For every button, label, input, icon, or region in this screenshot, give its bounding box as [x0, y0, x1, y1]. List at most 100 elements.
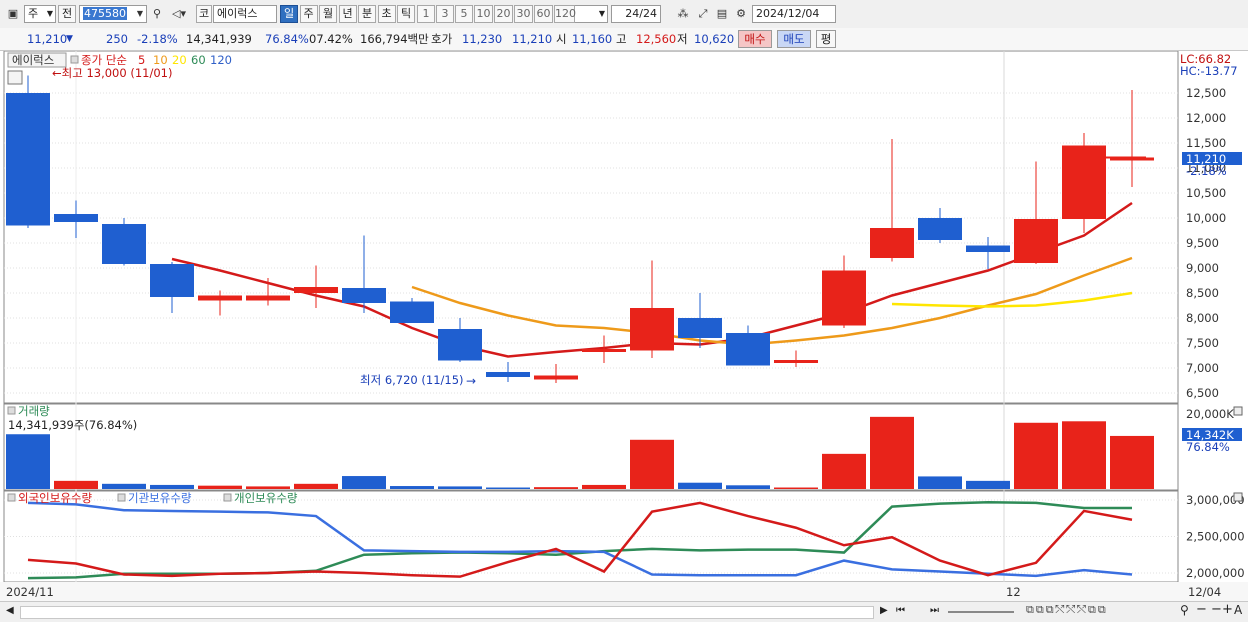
period-button-5[interactable]: 초 [377, 5, 396, 23]
interval-button-20[interactable]: 20 [494, 5, 513, 23]
price-tick-label: 12,000 [1186, 111, 1226, 125]
x-axis-start-label: 2024/11 [6, 585, 54, 599]
candle-body [6, 93, 50, 226]
volume-title: 거래량 [18, 404, 50, 418]
market-button[interactable]: 코 [196, 5, 212, 23]
date-input[interactable]: 2024/12/04 [752, 5, 836, 23]
holdings-legend-box [223, 493, 232, 502]
period-button-6[interactable]: 틱 [397, 5, 415, 23]
quote-bar: 11,210 ▼ 250 -2.18% 14,341,939 76.84% 07… [0, 28, 1248, 51]
volume-max-label: 20,000K [1186, 407, 1234, 421]
volume-bar [438, 486, 482, 489]
low-label: 저 [677, 32, 688, 46]
hc-label: HC:-13.77 [1180, 64, 1238, 78]
scroll-right-icon[interactable]: ▶ [880, 605, 888, 616]
turnover-rate: 07.42% [309, 32, 353, 46]
volume-bar [1062, 421, 1106, 489]
candle-body [726, 333, 770, 366]
volume-bar [870, 416, 914, 489]
chart-area[interactable]: 12,500 12,000 11,500 11,000 10,500 10,000 9,50… [0, 50, 1248, 601]
window-icon[interactable]: ▣ [4, 5, 22, 23]
interval-button-120[interactable]: 120 [554, 5, 576, 23]
current-volume-pct: 76.84% [1186, 440, 1230, 454]
volume-bar [486, 487, 530, 489]
last-page-icon[interactable]: ⏭ [930, 605, 939, 616]
sell-button[interactable]: 매도 [777, 30, 811, 48]
custom-interval-input[interactable]: ▼ [572, 5, 608, 23]
price-tick-label: 7,000 [1186, 361, 1219, 375]
candle-body [342, 288, 386, 303]
amount-value: 166,794백만 [360, 32, 429, 46]
period-button-3[interactable]: 년 [338, 5, 357, 23]
ask-label: 호가 [431, 32, 453, 46]
ma-legend-title: 종가 단순 [81, 53, 127, 67]
candle-body [630, 308, 674, 351]
zoom-slider[interactable] [948, 611, 1014, 613]
chart-grid [0, 50, 1248, 601]
high-value: 12,560 [636, 32, 677, 46]
interval-button-5[interactable]: 5 [455, 5, 473, 23]
volume-value-label: 14,341,939주(76.84%) [8, 418, 137, 432]
prev-button[interactable]: 전 [58, 5, 76, 23]
candle-body [870, 228, 914, 258]
volume-bar [1014, 422, 1058, 489]
period-button-0[interactable]: 일 [280, 5, 298, 23]
font-size-icon[interactable]: A [1234, 603, 1242, 617]
period-button-1[interactable]: 주 [299, 5, 318, 23]
buy-button[interactable]: 매수 [738, 30, 772, 48]
horizontal-scrollbar[interactable] [20, 606, 874, 619]
price-tick-label: 8,500 [1186, 286, 1219, 300]
volume-bar [726, 485, 770, 489]
code-input[interactable]: 475580 ▼ [79, 5, 147, 23]
candle-body [486, 372, 530, 377]
volume-bar [198, 485, 242, 489]
period-button-2[interactable]: 월 [319, 5, 337, 23]
price-tick-label: 12,500 [1186, 86, 1226, 100]
save-icon[interactable]: ▤ [713, 5, 731, 23]
search-icon[interactable]: ⚲ [148, 5, 166, 23]
scroll-left-icon[interactable]: ◀ [6, 605, 14, 616]
interval-button-60[interactable]: 60 [534, 5, 553, 23]
layout-icons[interactable]: ⧉⧉⧉⤲⤲⤲⧉⧉ [1026, 603, 1108, 617]
interval-button-1[interactable]: 1 [417, 5, 435, 23]
price-tick-label: 8,000 [1186, 311, 1219, 325]
price-tick-label: 10,000 [1186, 211, 1226, 225]
zoom-in-icon[interactable]: + [1222, 602, 1233, 617]
chevron-down-icon: ▼ [46, 9, 53, 18]
ask-value: 11,230 [462, 32, 503, 46]
period-button-4[interactable]: 분 [358, 5, 376, 23]
candle-body [582, 349, 626, 352]
gear-icon[interactable]: ⚙ [732, 5, 750, 23]
speaker-icon[interactable]: ◁▾ [167, 5, 191, 23]
candle-body [390, 301, 434, 323]
volume-bar [678, 482, 722, 489]
draw-icon[interactable]: ⤢ [694, 5, 712, 23]
first-page-icon[interactable]: ⏮ [896, 605, 905, 616]
volume-bar [534, 487, 578, 489]
candle-body [1014, 219, 1058, 263]
interval-button-10[interactable]: 10 [474, 5, 493, 23]
bid-value: 11,210 [512, 32, 553, 46]
price-tick-label: 6,500 [1186, 386, 1219, 400]
change-pct: -2.18% [137, 32, 178, 46]
candle-body [678, 318, 722, 338]
volume-legend-box [7, 406, 16, 415]
eval-button[interactable]: 평 [816, 30, 836, 48]
interval-button-3[interactable]: 3 [436, 5, 454, 23]
stock-chart[interactable]: 12,50012,00011,50011,00010,50010,0009,50… [0, 50, 1248, 601]
volume-panel-frame [3, 403, 1179, 491]
page-count: 24/24 [611, 5, 661, 23]
interval-button-30[interactable]: 30 [514, 5, 533, 23]
type-select[interactable]: 주 ▼ [24, 5, 56, 23]
ma-legend-20: 20 [172, 53, 187, 67]
dots-icon[interactable]: ⁂ [674, 5, 692, 23]
volume-bar [582, 484, 626, 489]
volume-bar [1110, 435, 1154, 489]
low-value: 10,620 [694, 32, 735, 46]
minus-icon[interactable]: − [1211, 602, 1222, 617]
holdings-legend-0: 외국인보유수량 [18, 491, 92, 505]
zoom-icon[interactable]: ⚲ [1180, 603, 1189, 617]
stock-name-field[interactable]: 에이럭스 [213, 5, 277, 23]
close-icon [1233, 492, 1243, 502]
zoom-out-icon[interactable]: − [1196, 602, 1207, 617]
